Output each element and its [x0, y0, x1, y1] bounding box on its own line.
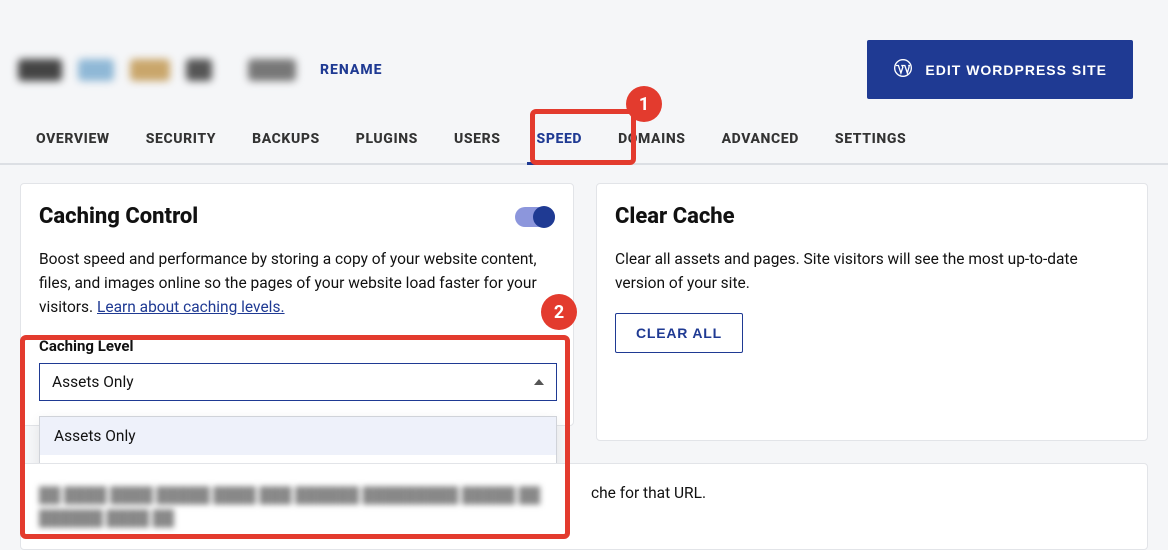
wordpress-icon: [893, 58, 913, 81]
learn-caching-levels-link[interactable]: Learn about caching levels.: [97, 298, 285, 316]
page-header: RENAME EDIT WORDPRESS SITE: [0, 0, 1168, 117]
chevron-up-icon: [534, 379, 544, 385]
site-name-redacted: [18, 59, 62, 81]
caching-level-select[interactable]: Assets Only: [39, 363, 557, 401]
edit-wordpress-site-label: EDIT WORDPRESS SITE: [925, 62, 1107, 78]
caching-level-selected-value: Assets Only: [52, 373, 134, 391]
tab-security[interactable]: SECURITY: [128, 117, 234, 163]
tab-backups[interactable]: BACKUPS: [234, 117, 338, 163]
lower-card-visible-fragment: che for that URL.: [591, 484, 706, 529]
tab-users[interactable]: USERS: [436, 117, 519, 163]
site-name-redacted: [130, 59, 170, 81]
site-name-redacted: [248, 59, 296, 81]
tab-settings[interactable]: SETTINGS: [817, 117, 924, 163]
lower-card-redacted-text: ██ ████ ████ █████ ████ ███ ██████ █████…: [39, 484, 591, 529]
caching-control-description: Boost speed and performance by storing a…: [39, 247, 555, 319]
clear-all-button[interactable]: CLEAR ALL: [615, 313, 743, 353]
lower-card: ██ ████ ████ █████ ████ ███ ██████ █████…: [20, 463, 1148, 550]
caching-level-label: Caching Level: [39, 337, 555, 355]
annotation-badge-2: 2: [541, 294, 577, 330]
tab-plugins[interactable]: PLUGINS: [338, 117, 436, 163]
caching-toggle[interactable]: [515, 207, 555, 227]
tab-advanced[interactable]: ADVANCED: [704, 117, 817, 163]
site-name-redacted: [78, 59, 114, 81]
tab-speed[interactable]: SPEED: [519, 117, 601, 163]
tabs-bar: OVERVIEW SECURITY BACKUPS PLUGINS USERS …: [0, 117, 1168, 165]
toggle-knob: [533, 206, 555, 228]
site-name-redacted: [186, 59, 212, 81]
caching-level-option-assets-only[interactable]: Assets Only: [40, 417, 556, 455]
clear-cache-title: Clear Cache: [615, 204, 735, 229]
caching-control-card: Caching Control Boost speed and performa…: [20, 183, 574, 426]
clear-cache-description: Clear all assets and pages. Site visitor…: [615, 247, 1129, 295]
annotation-badge-1: 1: [626, 86, 662, 122]
clear-cache-card: Clear Cache Clear all assets and pages. …: [596, 183, 1148, 441]
tab-overview[interactable]: OVERVIEW: [18, 117, 128, 163]
rename-link[interactable]: RENAME: [320, 62, 382, 78]
tab-domains[interactable]: DOMAINS: [600, 117, 704, 163]
caching-control-title: Caching Control: [39, 204, 198, 229]
edit-wordpress-site-button[interactable]: EDIT WORDPRESS SITE: [867, 40, 1133, 99]
